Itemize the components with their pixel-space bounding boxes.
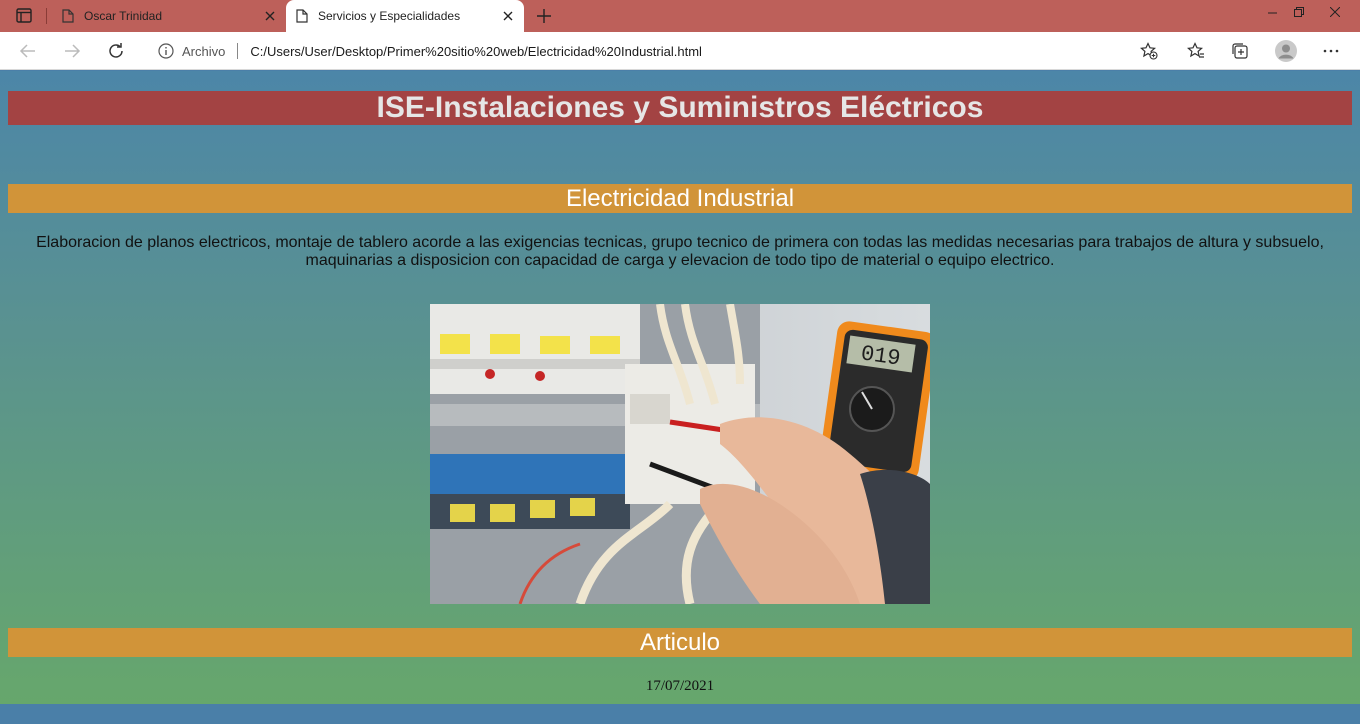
close-icon[interactable] — [262, 8, 278, 24]
page-footer-band — [0, 704, 1360, 724]
forward-icon[interactable] — [61, 40, 83, 62]
profile-icon[interactable] — [1275, 40, 1297, 62]
close-window-icon[interactable] — [1320, 0, 1350, 24]
restore-icon[interactable] — [1284, 0, 1314, 24]
tab-oscar-trinidad[interactable]: Oscar Trinidad — [52, 0, 286, 32]
tab-servicios[interactable]: Servicios y Especialidades — [286, 0, 524, 32]
page-content: ISE-Instalaciones y Suministros Eléctric… — [0, 71, 1360, 724]
add-favorite-icon[interactable] — [1140, 42, 1158, 60]
tab-actions-icon[interactable] — [10, 6, 38, 26]
tab-label: Oscar Trinidad — [84, 9, 163, 23]
reload-icon[interactable] — [105, 40, 127, 62]
page-icon — [60, 8, 76, 24]
tab-separator — [46, 8, 47, 24]
back-icon[interactable] — [17, 40, 39, 62]
electrical-panel-photo: 019 — [430, 304, 930, 604]
close-icon[interactable] — [500, 8, 516, 24]
page-icon — [294, 8, 310, 24]
article-date: 17/07/2021 — [645, 678, 715, 694]
favorites-icon[interactable] — [1187, 42, 1205, 60]
collections-icon[interactable] — [1231, 42, 1249, 60]
tab-label: Servicios y Especialidades — [318, 9, 461, 23]
section-title: Electricidad Industrial — [8, 184, 1352, 213]
more-icon[interactable] — [1322, 42, 1340, 60]
address-bar[interactable]: Archivo C:/Users/User/Desktop/Primer%20s… — [146, 36, 1176, 66]
page-title: ISE-Instalaciones y Suministros Eléctric… — [8, 91, 1352, 125]
info-icon[interactable] — [158, 43, 174, 59]
article-title: Articulo — [8, 628, 1352, 657]
browser-toolbar: Archivo C:/Users/User/Desktop/Primer%20s… — [0, 32, 1360, 70]
url-text[interactable]: C:/Users/User/Desktop/Primer%20sitio%20w… — [250, 44, 702, 59]
new-tab-icon[interactable] — [534, 6, 554, 26]
service-description: Elaboracion de planos electricos, montaj… — [36, 234, 1324, 269]
scheme-label: Archivo — [182, 43, 226, 59]
address-separator — [237, 43, 239, 59]
title-bar: Oscar Trinidad Servicios y Especialidade… — [0, 0, 1360, 32]
